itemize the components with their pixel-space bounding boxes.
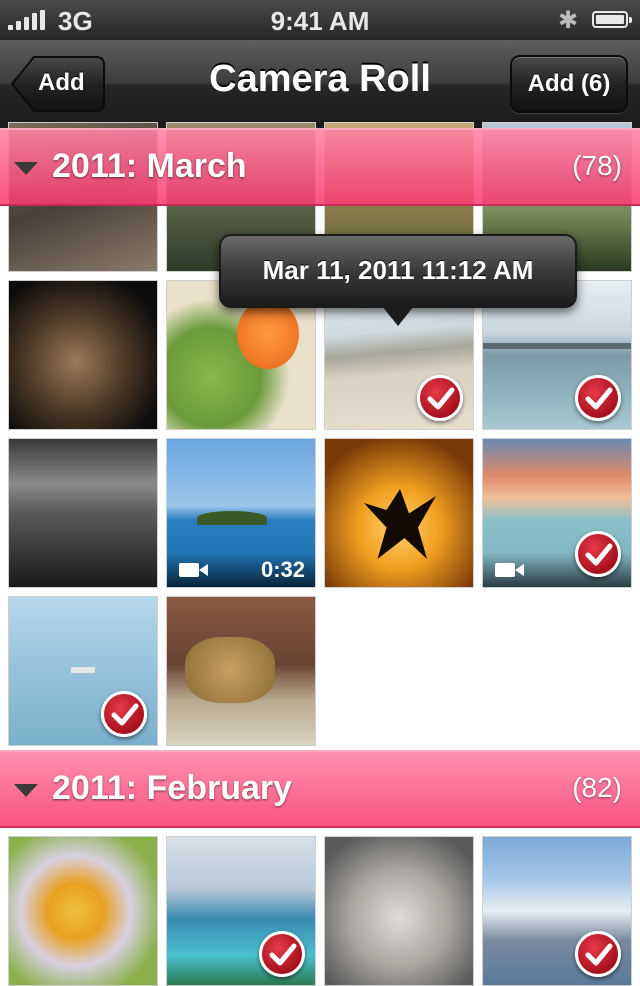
selected-check-icon [575, 931, 621, 977]
section-header-february[interactable]: 2011: February (82) [0, 750, 640, 828]
selected-check-icon [101, 691, 147, 737]
section-count: (78) [572, 150, 622, 181]
collapse-triangle-icon [14, 784, 38, 797]
pier-shape [483, 343, 631, 349]
photo-thumbnail-leopard[interactable] [166, 596, 316, 746]
battery-icon [592, 11, 632, 28]
boat-shape [71, 667, 95, 673]
photo-thumbnail-street[interactable] [8, 438, 158, 588]
tooltip-arrow [382, 306, 414, 326]
video-info-bar: 0:32 [167, 553, 315, 587]
photo-thumbnail-snow-leopard[interactable] [324, 836, 474, 986]
section-title: 2011: February [52, 769, 293, 807]
video-camera-icon [495, 563, 524, 577]
selected-check-icon [417, 375, 463, 421]
selected-check-icon [575, 375, 621, 421]
orange-fish-shape [237, 299, 299, 369]
video-camera-icon [179, 563, 208, 577]
section-header-march[interactable]: 2011: March (78) [0, 128, 640, 206]
collapse-triangle-icon [14, 162, 38, 175]
date-tooltip: Mar 11, 2011 11:12 AM [219, 234, 577, 308]
navigation-bar: Add Camera Roll Add (6) [0, 40, 640, 130]
section-count: (82) [572, 772, 622, 803]
selected-check-icon [575, 531, 621, 577]
video-thumbnail-sunset-sea[interactable] [482, 438, 632, 588]
photo-thumbnail-cat[interactable] [8, 280, 158, 430]
photo-thumbnail-jumping-silhouette[interactable] [324, 438, 474, 588]
leopard-shape [185, 637, 275, 703]
photo-thumbnail-mountains[interactable] [482, 836, 632, 986]
photo-thumbnail-sea-boat[interactable] [8, 596, 158, 746]
video-duration: 0:32 [260, 557, 305, 582]
add-selected-button[interactable]: Add (6) [510, 55, 628, 113]
silhouette-shape [364, 489, 436, 559]
video-thumbnail-island[interactable]: 0:32 [166, 438, 316, 588]
photo-thumbnail-coast[interactable] [166, 836, 316, 986]
section-title: 2011: March [52, 147, 247, 185]
island-shape [197, 511, 267, 525]
selected-check-icon [259, 931, 305, 977]
status-time: 9:41 AM [270, 6, 370, 36]
status-bar: 3G 9:41 AM ✱ [0, 0, 640, 40]
photo-thumbnail-flower[interactable] [8, 836, 158, 986]
bluetooth-icon: ✱ [558, 7, 579, 34]
